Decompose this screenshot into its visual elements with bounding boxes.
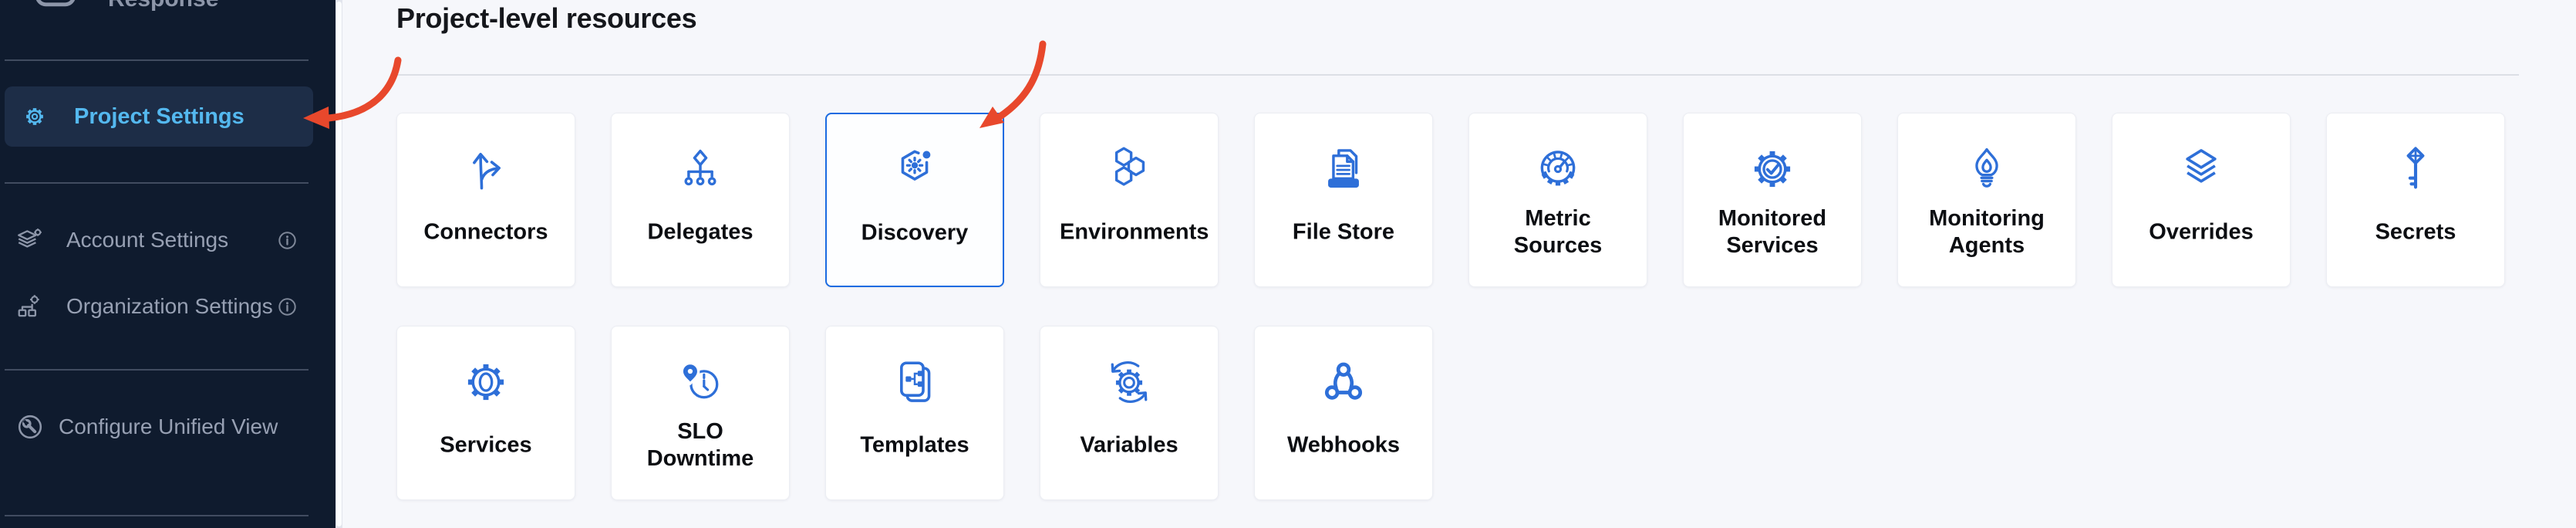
card-connectors[interactable]: Connectors <box>396 113 575 287</box>
sidebar-nav: Incident Response <box>0 0 335 528</box>
card-label: Overrides <box>2120 219 2282 246</box>
card-label: File Store <box>1263 219 1425 246</box>
card-label: Connectors <box>405 219 567 246</box>
card-label: Monitored Services <box>1691 205 1853 259</box>
card-row-2: Services <box>396 326 2505 500</box>
monitoring-agents-icon <box>1961 144 2012 195</box>
incident-response-icon <box>34 0 77 8</box>
org-chart-gear-icon <box>15 292 45 321</box>
card-services[interactable]: Services <box>396 326 575 500</box>
monitored-services-icon <box>1747 144 1798 195</box>
main-content: Project-level resources Connectors <box>342 0 2576 528</box>
card-label: Variables <box>1048 432 1210 459</box>
sidebar-item-project-settings[interactable]: Project Settings <box>5 86 313 147</box>
metric-sources-icon <box>1532 144 1583 195</box>
card-slo-downtime[interactable]: SLO Downtime <box>611 326 790 500</box>
scrollbar-thumb[interactable] <box>336 2 342 526</box>
sidebar-divider <box>5 59 309 61</box>
sidebar-item-configure-unified-view[interactable]: Configure Unified View <box>0 405 335 448</box>
sidebar-item-organization-settings[interactable]: Organization Settings <box>0 285 335 328</box>
secrets-key-icon <box>2390 144 2441 195</box>
sidebar-divider <box>5 369 309 371</box>
card-label: Discovery <box>834 220 996 247</box>
sidebar-item-label: Configure Unified View <box>59 415 278 439</box>
card-row-1: Connectors Delegates <box>396 113 2505 287</box>
card-environments[interactable]: Environments <box>1040 113 1219 287</box>
info-icon[interactable] <box>277 296 298 317</box>
account-layers-gear-icon <box>15 225 45 255</box>
card-variables[interactable]: Variables <box>1040 326 1219 500</box>
services-gear-icon <box>460 357 511 408</box>
sidebar-item-account-settings[interactable]: Account Settings <box>0 218 335 262</box>
info-icon[interactable] <box>277 230 298 251</box>
card-label: SLO Downtime <box>619 418 781 472</box>
slo-downtime-clock-icon <box>675 357 726 408</box>
card-secrets[interactable]: Secrets <box>2326 113 2505 287</box>
sidebar-divider <box>5 515 309 516</box>
card-delegates[interactable]: Delegates <box>611 113 790 287</box>
card-webhooks[interactable]: Webhooks <box>1254 326 1433 500</box>
card-label: Metric Sources <box>1477 205 1639 259</box>
app-window: Incident Response <box>0 0 2576 528</box>
card-templates[interactable]: Templates <box>825 326 1004 500</box>
card-label: Environments <box>1048 219 1210 246</box>
wrench-circle-icon <box>17 414 43 440</box>
card-metric-sources[interactable]: Metric Sources <box>1468 113 1647 287</box>
sidebar-item-label: Incident Response <box>108 0 291 12</box>
card-monitored-services[interactable]: Monitored Services <box>1683 113 1862 287</box>
title-divider <box>396 74 2519 76</box>
card-monitoring-agents[interactable]: Monitoring Agents <box>1897 113 2076 287</box>
resource-card-grid: Connectors Delegates <box>396 113 2505 500</box>
card-label: Services <box>405 432 567 459</box>
card-label: Delegates <box>619 219 781 246</box>
sidebar-item-incident-response[interactable]: Incident Response <box>0 0 335 11</box>
webhooks-icon <box>1318 357 1369 408</box>
sidebar-scrollbar[interactable] <box>335 0 342 528</box>
card-label: Templates <box>834 432 996 459</box>
sidebar-divider <box>5 182 309 184</box>
discovery-icon <box>889 144 940 195</box>
sidebar-item-label: Project Settings <box>74 104 244 130</box>
environments-icon <box>1104 144 1155 195</box>
connectors-icon <box>460 144 511 195</box>
card-file-store[interactable]: File Store <box>1254 113 1433 287</box>
card-label: Monitoring Agents <box>1906 205 2068 259</box>
card-label: Webhooks <box>1263 432 1425 459</box>
page-title: Project-level resources <box>396 0 2576 36</box>
file-store-icon <box>1318 144 1369 195</box>
card-discovery[interactable]: Discovery <box>825 113 1004 287</box>
card-label: Secrets <box>2335 219 2497 246</box>
sidebar-item-label: Account Settings <box>66 228 228 252</box>
templates-icon <box>889 357 940 408</box>
gear-icon <box>21 103 49 130</box>
card-overrides[interactable]: Overrides <box>2112 113 2291 287</box>
overrides-icon <box>2176 144 2227 195</box>
variables-icon <box>1104 357 1155 408</box>
sidebar-item-label: Organization Settings <box>66 294 273 319</box>
delegates-icon <box>675 144 726 195</box>
